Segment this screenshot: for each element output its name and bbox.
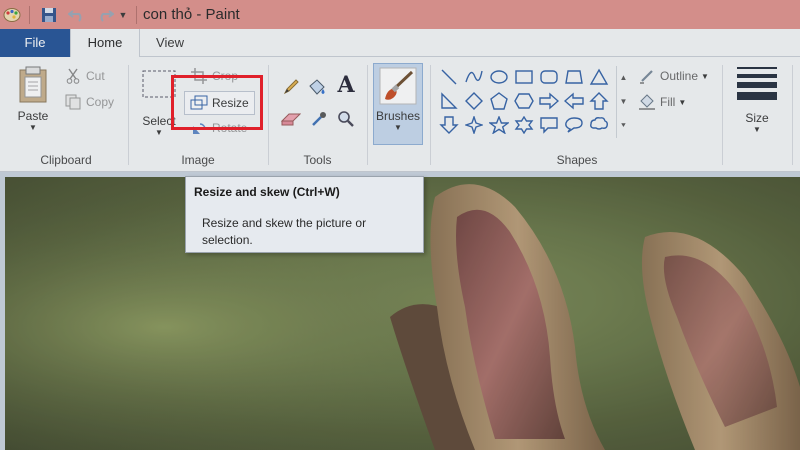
paint-app-icon[interactable] [1, 4, 23, 26]
polygon-shape-icon[interactable] [563, 66, 585, 88]
tooltip-title: Resize and skew (Ctrl+W) [194, 185, 340, 199]
group-divider [722, 65, 723, 165]
cut-label: Cut [86, 69, 105, 83]
line-shape-icon[interactable] [438, 66, 460, 88]
up-arrow-shape-icon[interactable] [588, 90, 610, 112]
pentagon-shape-icon[interactable] [488, 90, 510, 112]
pencil-icon[interactable] [279, 75, 303, 99]
diamond-shape-icon[interactable] [463, 90, 485, 112]
down-arrow-shape-icon[interactable] [438, 114, 460, 136]
group-label-image: Image [181, 153, 215, 167]
cut-button[interactable]: Cut [64, 67, 105, 85]
group-label-shapes: Shapes [556, 153, 598, 167]
chevron-down-icon: ▼ [701, 71, 709, 81]
group-label-clipboard: Clipboard [40, 153, 92, 167]
text-icon[interactable]: A [334, 72, 358, 98]
fill-label: Fill [660, 95, 676, 109]
copy-icon [64, 93, 82, 111]
brush-icon [379, 67, 417, 105]
right-triangle-shape-icon[interactable] [438, 90, 460, 112]
tooltip: Resize and skew (Ctrl+W) Resize and skew… [185, 176, 424, 253]
six-point-star-shape-icon[interactable] [513, 114, 535, 136]
undo-icon[interactable] [66, 4, 88, 26]
chevron-down-icon: ▼ [155, 128, 163, 137]
expand-gallery-icon[interactable]: ⯆ [620, 121, 626, 131]
outline-button[interactable]: Outline ▼ [638, 67, 709, 85]
group-divider [792, 65, 793, 165]
magnifier-icon[interactable] [334, 107, 358, 131]
divider [136, 5, 137, 24]
chevron-up-icon[interactable]: ▲ [620, 73, 628, 82]
group-divider [367, 65, 368, 165]
outline-brush-icon [638, 67, 656, 85]
size-button[interactable]: Size ▼ [734, 65, 780, 134]
rectangle-shape-icon[interactable] [513, 66, 535, 88]
brushes-button[interactable]: Brushes ▼ [373, 63, 423, 145]
curve-shape-icon[interactable] [463, 66, 485, 88]
shapes-gallery [438, 66, 614, 138]
save-icon[interactable] [38, 4, 60, 26]
group-divider [268, 65, 269, 165]
paste-button[interactable]: Paste ▼ [10, 65, 56, 132]
title-bar: ▼ con thỏ - Paint [0, 0, 800, 29]
chevron-down-icon: ▼ [753, 125, 761, 134]
group-divider [128, 65, 129, 165]
redo-icon[interactable] [94, 4, 116, 26]
chevron-down-icon[interactable]: ▼ [620, 97, 628, 106]
tab-file[interactable]: File [0, 29, 70, 57]
scissors-icon [64, 67, 82, 85]
right-arrow-shape-icon[interactable] [538, 90, 560, 112]
chevron-down-icon: ▼ [678, 97, 687, 107]
tooltip-body: Resize and skew the picture or selection… [202, 216, 367, 247]
brushes-label: Brushes [375, 109, 421, 123]
left-arrow-shape-icon[interactable] [563, 90, 585, 112]
copy-label: Copy [86, 95, 115, 109]
size-label: Size [745, 111, 769, 125]
cloud-callout-shape-icon[interactable] [588, 114, 610, 136]
group-divider [430, 65, 431, 165]
oval-callout-shape-icon[interactable] [563, 114, 585, 136]
ribbon: Paste ▼ Cut Copy Clipboard Select ▼ Crop… [0, 57, 800, 172]
outline-label: Outline [660, 69, 699, 83]
menu-tabs: File Home View [0, 29, 800, 58]
chevron-down-icon: ▼ [29, 123, 37, 132]
hexagon-shape-icon[interactable] [513, 90, 535, 112]
window-title: con thỏ - Paint [143, 6, 240, 23]
five-point-star-shape-icon[interactable] [488, 114, 510, 136]
rect-callout-shape-icon[interactable] [538, 114, 560, 136]
divider [29, 5, 30, 24]
eraser-icon[interactable] [279, 107, 303, 131]
oval-shape-icon[interactable] [488, 66, 510, 88]
highlight-box [171, 75, 263, 130]
paste-label: Paste [17, 109, 49, 123]
rounded-rectangle-shape-icon[interactable] [538, 66, 560, 88]
paste-icon [19, 66, 47, 103]
triangle-shape-icon[interactable] [588, 66, 610, 88]
copy-button[interactable]: Copy [64, 93, 114, 111]
fill-icon[interactable] [305, 75, 329, 99]
four-point-star-shape-icon[interactable] [463, 114, 485, 136]
fill-bucket-icon [638, 93, 656, 111]
line-size-icon [737, 67, 777, 100]
group-label-tools: Tools [303, 153, 332, 167]
color-picker-icon[interactable] [307, 107, 331, 131]
shapes-gallery-scroll[interactable]: ▲ ▼ ⯆ [616, 66, 630, 138]
chevron-down-icon: ▼ [394, 123, 402, 132]
fill-button[interactable]: Fill ▼ [638, 93, 686, 111]
customize-dropdown-icon[interactable]: ▼ [116, 10, 130, 20]
tab-home[interactable]: Home [70, 29, 140, 58]
tab-view[interactable]: View [140, 29, 200, 57]
